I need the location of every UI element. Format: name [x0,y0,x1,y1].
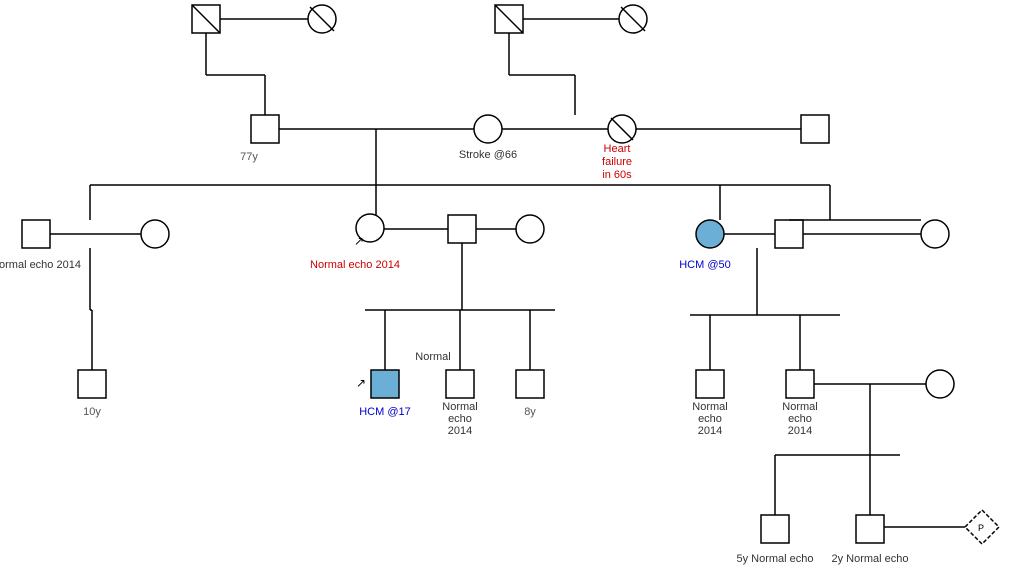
label-normal-r2b: echo [788,413,812,425]
label-normal-r2: Normal [782,401,817,413]
svg-text:↗: ↗ [356,376,366,390]
label-stroke: Stroke @66 [459,149,517,161]
label-normal-mid-child3: 2014 [448,425,472,437]
pedigree-svg: ↗ ↗ [0,0,1009,582]
label-10y: 10y [83,406,101,418]
label-normal-r1b: echo [698,413,722,425]
svg-text:P: P [978,523,984,533]
label-normal-echo-left: Normal echo 2014 [0,259,81,271]
label-normal-r1: Normal [692,401,727,413]
label-77y: 77y [240,151,258,163]
label-normal-mid-child: Normal [442,401,477,413]
label-normal-mid-child2: echo [448,413,472,425]
label-hcm50: HCM @50 [679,259,731,271]
label-2y: 2y Normal echo [831,553,908,565]
label-heartfailure-line1: Heart [604,143,631,155]
label-normal-r1c: 2014 [698,425,722,437]
label-5y: 5y Normal echo [736,553,813,565]
label-normal-echo-mid: Normal echo 2014 [310,259,400,271]
svg-text:↗: ↗ [354,234,364,248]
pedigree-chart: ↗ ↗ [0,0,1009,582]
label-heartfailure-line3: in 60s [602,169,632,181]
label-heartfailure-line2: failure [602,156,632,168]
label-normal-r2c: 2014 [788,425,812,437]
label-normal: Normal [415,351,450,363]
label-hcm17: HCM @17 [359,406,411,418]
label-8y: 8y [524,406,536,418]
